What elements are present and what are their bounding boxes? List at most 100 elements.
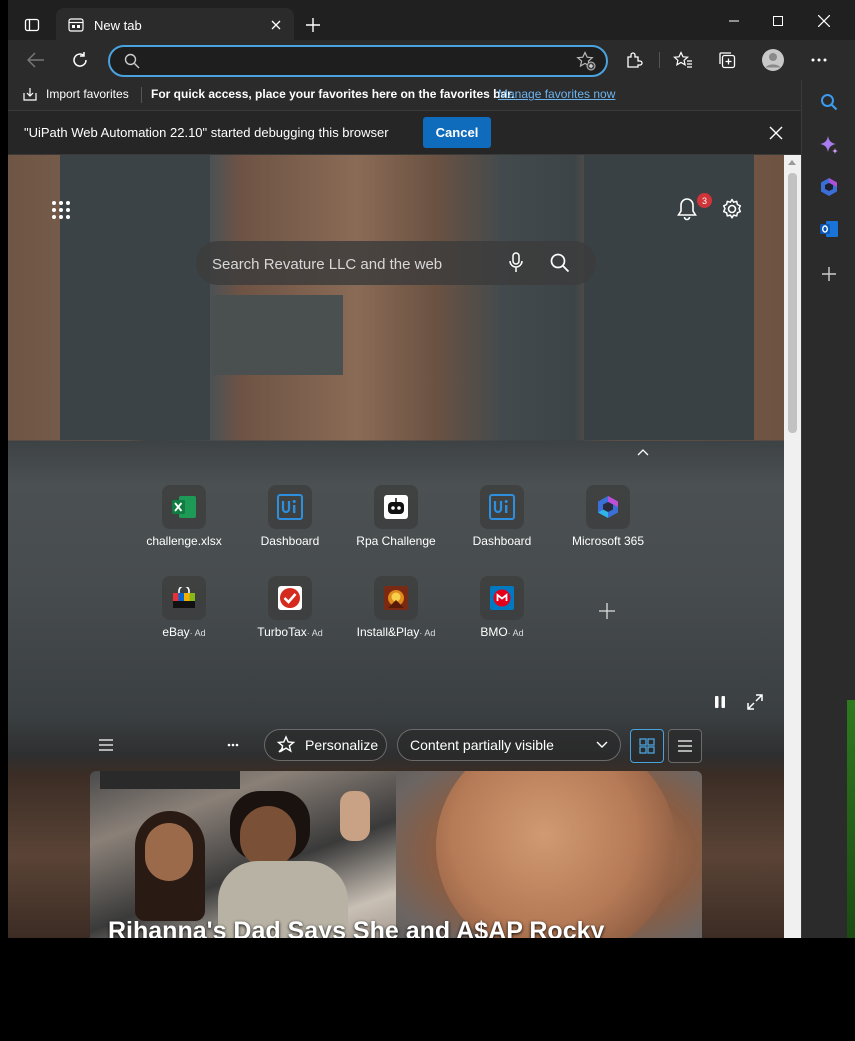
grid-view-button[interactable] (630, 729, 664, 763)
manage-favorites-link[interactable]: Manage favorites now (498, 87, 615, 101)
quick-link-tile[interactable]: eBay· Ad (136, 576, 232, 646)
collections-button[interactable] (713, 46, 741, 74)
title-bar: New tab (8, 0, 855, 44)
extensions-button[interactable] (620, 46, 648, 74)
news-image-right (396, 771, 702, 938)
search-submit-icon[interactable] (550, 253, 570, 273)
quick-link-tile[interactable]: challenge.xlsx (136, 485, 232, 555)
uipath-icon (480, 485, 524, 529)
collapse-chevron-icon[interactable] (637, 448, 649, 456)
quick-link-tile[interactable]: Install&Play· Ad (348, 576, 444, 646)
quick-link-label: challenge.xlsx (146, 534, 222, 548)
new-tab-button[interactable] (302, 14, 324, 36)
desktop-background (847, 700, 855, 938)
tab-new-tab[interactable]: New tab (56, 8, 294, 42)
favorites-button[interactable] (669, 46, 697, 74)
close-window-button[interactable] (804, 8, 844, 34)
news-headline[interactable]: Rihanna's Dad Says She and A$AP Rocky (108, 917, 604, 938)
minimize-button[interactable] (714, 8, 754, 34)
app-launcher-icon[interactable] (50, 199, 72, 221)
back-arrow-icon (27, 52, 44, 68)
minimize-icon (729, 20, 739, 22)
personalize-button[interactable]: Personalize (264, 729, 387, 761)
address-bar[interactable] (108, 45, 608, 77)
sidebar-search-button[interactable] (815, 88, 843, 116)
sidebar-copilot-button[interactable] (815, 131, 843, 159)
bmo-icon (480, 576, 524, 620)
game-icon (374, 576, 418, 620)
import-favorites-link[interactable]: Import favorites (46, 87, 129, 101)
settings-more-button[interactable] (805, 46, 833, 74)
favorites-bar: Import favorites For quick access, place… (8, 80, 801, 111)
quick-link-tile[interactable]: Dashboard (242, 485, 338, 555)
puzzle-icon (627, 52, 643, 68)
sparkle-icon (820, 136, 838, 154)
avatar-icon (762, 49, 784, 71)
scroll-up-icon[interactable] (788, 160, 796, 165)
more-icon[interactable] (227, 743, 239, 747)
close-icon (818, 15, 830, 27)
m365-icon (586, 485, 630, 529)
address-input[interactable] (146, 51, 570, 73)
back-button[interactable] (22, 46, 50, 74)
debugging-infobar: "UiPath Web Automation 22.10" started de… (8, 111, 801, 155)
quick-link-tile[interactable]: TurboTax· Ad (242, 576, 338, 646)
web-search-box[interactable] (196, 241, 596, 285)
outlook-icon (820, 221, 838, 237)
page-settings-icon[interactable] (720, 197, 744, 221)
plus-icon (306, 18, 320, 32)
favorites-bar-hint: For quick access, place your favorites h… (151, 87, 515, 101)
list-view-button[interactable] (668, 729, 702, 763)
notification-count-badge: 3 (697, 193, 712, 208)
scrollbar-thumb[interactable] (788, 173, 797, 433)
quick-link-label: Install&Play (356, 625, 420, 639)
add-favorite-icon[interactable] (576, 51, 596, 71)
bg-road (213, 295, 343, 375)
tab-close-icon[interactable] (268, 17, 284, 33)
maximize-button[interactable] (758, 8, 798, 34)
maximize-icon (773, 16, 783, 26)
add-shortcut-button[interactable] (598, 602, 616, 620)
web-search-input[interactable] (210, 253, 494, 275)
content-visibility-dropdown[interactable]: Content partially visible (397, 729, 621, 761)
tab-title: New tab (94, 17, 142, 33)
refresh-icon (73, 52, 87, 67)
quick-link-tile[interactable]: Dashboard (454, 485, 550, 555)
sidebar-m365-button[interactable] (815, 173, 843, 201)
menu-icon[interactable] (99, 739, 113, 751)
import-icon (23, 88, 37, 101)
favorites-icon (673, 51, 692, 68)
sidebar-add-button[interactable] (815, 260, 843, 288)
m365-icon (821, 178, 837, 196)
grid-view-icon (639, 738, 655, 754)
quick-link-tile[interactable]: Rpa Challenge (348, 485, 444, 555)
quick-link-label: Dashboard (260, 534, 320, 548)
toolbar-divider (659, 52, 660, 68)
plus-icon (599, 603, 615, 619)
quick-link-tile[interactable]: Microsoft 365 (560, 485, 656, 555)
excel-icon (162, 485, 206, 529)
profile-button[interactable] (759, 46, 787, 74)
tab-actions-button[interactable] (18, 12, 46, 38)
pause-icon[interactable] (713, 695, 727, 709)
close-infobar-icon[interactable] (769, 126, 783, 140)
news-card[interactable]: Rihanna's Dad Says She and A$AP Rocky (90, 771, 702, 938)
list-view-icon (678, 740, 692, 752)
bg-road (60, 155, 210, 440)
cancel-button[interactable]: Cancel (423, 117, 491, 148)
sidebar-outlook-button[interactable] (815, 215, 843, 243)
more-icon (811, 58, 827, 62)
content-visibility-value: Content partially visible (410, 737, 554, 753)
quick-link-tile[interactable]: BMO· Ad (454, 576, 550, 646)
microphone-icon[interactable] (508, 252, 524, 274)
plus-icon (822, 267, 836, 281)
ad-tag: · Ad (419, 628, 436, 638)
page-scrollbar[interactable] (784, 155, 801, 938)
refresh-button[interactable] (66, 46, 94, 74)
infobar-message: "UiPath Web Automation 22.10" started de… (24, 125, 389, 140)
newtab-favicon-icon (68, 18, 84, 32)
notifications-bell-icon[interactable] (676, 197, 698, 221)
turbotax-icon (268, 576, 312, 620)
quick-link-label: eBay (162, 625, 190, 639)
expand-icon[interactable] (747, 694, 763, 710)
